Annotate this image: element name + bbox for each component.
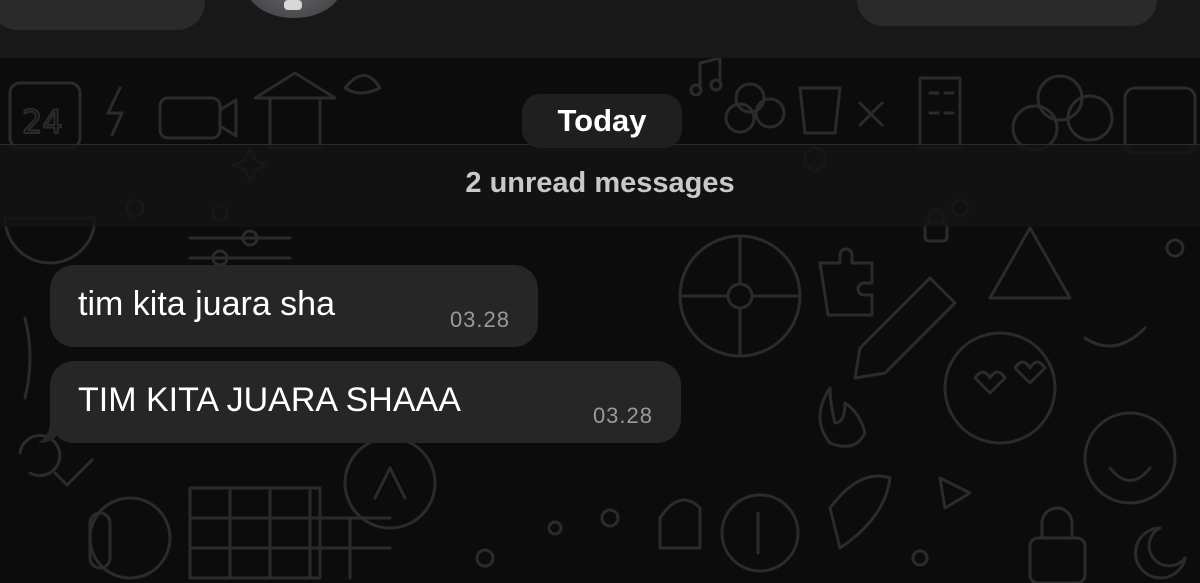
date-separator: Today <box>522 94 682 148</box>
unread-banner-text: 2 unread messages <box>465 167 735 199</box>
message-bubble[interactable]: tim kita juara sha 03.28 <box>50 265 538 347</box>
chat-screen: 24 Today 2 unread messages tim kita juar… <box>0 0 1200 583</box>
call-actions[interactable] <box>857 0 1157 26</box>
contact-avatar[interactable] <box>246 0 342 18</box>
message-time: 03.28 <box>449 307 510 332</box>
message-text: tim kita juara sha <box>78 285 335 323</box>
message-bubble[interactable]: TIM KITA JUARA SHAAA 03.28 <box>50 361 681 443</box>
svg-text:24: 24 <box>22 103 63 141</box>
message-time: 03.28 <box>592 403 653 428</box>
message-text: TIM KITA JUARA SHAAA <box>78 381 461 419</box>
chat-header <box>0 0 1200 58</box>
back-button[interactable] <box>0 0 205 30</box>
unread-banner: 2 unread messages <box>0 144 1200 227</box>
